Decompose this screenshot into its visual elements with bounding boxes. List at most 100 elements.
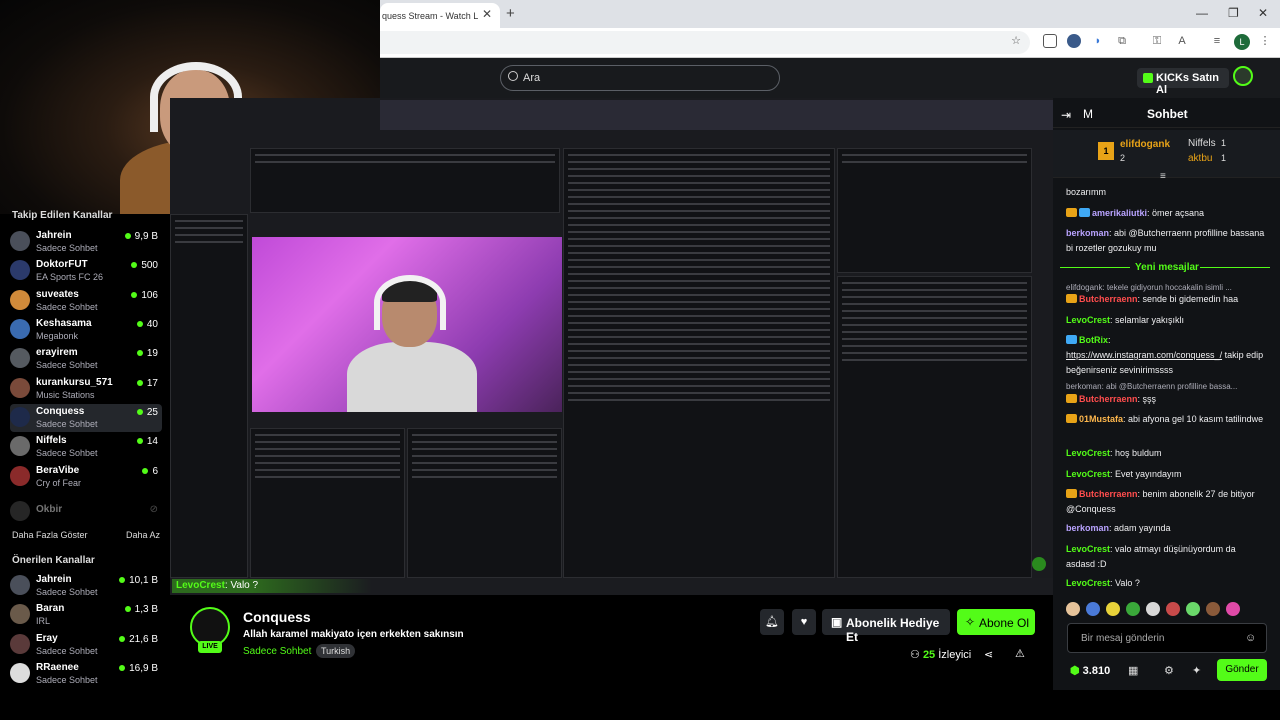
chat-mode-label[interactable]: M	[1083, 107, 1093, 121]
translate-icon[interactable]: A	[1175, 34, 1189, 48]
chat-username[interactable]: Butcherraenn	[1079, 489, 1138, 499]
report-icon[interactable]: ⚠	[1015, 647, 1025, 660]
window-close-button[interactable]: ✕	[1258, 6, 1268, 20]
chat-username[interactable]: LevoCrest	[1066, 448, 1110, 458]
media-control-icon[interactable]: ≡	[1210, 34, 1224, 48]
sidebar-channel-conquess[interactable]: Conquess Sadece Sohbet 25	[10, 404, 162, 432]
chat-input[interactable]: Bir mesaj gönderin	[1067, 623, 1267, 653]
channel-category: Sadece Sohbet	[36, 448, 98, 458]
show-less-link[interactable]: Daha Az	[126, 530, 160, 540]
emoji-icon[interactable]: ☺	[1245, 632, 1256, 644]
sidebar-rec-jahrein[interactable]: Jahrein Sadece Sohbet 10,1 B	[10, 572, 162, 600]
chat-settings-gear-icon[interactable]: ⚙	[1164, 664, 1174, 677]
stream-category-link[interactable]: Sadece Sohbet	[243, 646, 311, 657]
channel-name: Jahrein	[36, 574, 72, 585]
gift-subscription-button[interactable]: ▣ Abonelik Hediye Et	[822, 609, 950, 644]
viewer-count: 40	[136, 319, 158, 330]
chat-username[interactable]: berkoman	[1066, 228, 1109, 238]
points-icon: ⬢	[1070, 665, 1080, 677]
chat-username[interactable]: BotRix	[1079, 335, 1108, 345]
chat-message: bozarımm	[1066, 187, 1107, 197]
chat-link[interactable]: https://www.instagram.com/conquess_/	[1066, 350, 1222, 360]
viewer-count: 10,1 B	[119, 575, 158, 586]
language-tag[interactable]: Turkish	[316, 644, 356, 658]
viewer-count: 1,3 B	[124, 604, 158, 615]
channel-points[interactable]: ⬢ 3.810	[1070, 664, 1110, 677]
streamer-name[interactable]: Conquess	[243, 609, 311, 625]
sidebar-rec-baran[interactable]: Baran IRL 1,3 B	[10, 601, 162, 629]
extension-wave-icon[interactable]: ◗	[1091, 34, 1105, 48]
extension-vpn-icon[interactable]	[1067, 34, 1081, 48]
maximize-button[interactable]: ❐	[1228, 6, 1239, 20]
video-corner-icon[interactable]	[1032, 557, 1046, 571]
sidebar-channel-jahrein[interactable]: Jahrein Sadece Sohbet 9,9 B	[10, 228, 162, 256]
stream-screen-webcam	[252, 237, 562, 412]
emote-icon[interactable]	[1126, 602, 1140, 616]
emote-icon[interactable]	[1206, 602, 1220, 616]
chat-username[interactable]: LevoCrest	[1066, 544, 1110, 554]
user-avatar[interactable]	[1233, 66, 1253, 86]
collapse-chat-icon[interactable]: ⇥	[1061, 108, 1071, 122]
avatar	[10, 604, 30, 624]
leader-name[interactable]: Niffels	[1188, 138, 1216, 149]
browser-menu-icon[interactable]: ⋮	[1258, 34, 1272, 48]
followed-channels-header: Takip Edilen Kanallar	[12, 210, 113, 221]
channel-name: Eray	[36, 633, 58, 644]
emote-icon[interactable]	[1166, 602, 1180, 616]
chat-text: : Valo ?	[1110, 578, 1140, 588]
subscribe-button[interactable]: ✧ Abone Ol	[957, 609, 1035, 635]
chat-username[interactable]: Butcherraenn	[1079, 394, 1138, 404]
chat-extra-icon[interactable]: ✦	[1192, 664, 1201, 677]
sidebar-rec-rraenee[interactable]: RRaenee Sadece Sohbet 16,9 B	[10, 660, 162, 688]
send-button[interactable]: Gönder	[1217, 659, 1267, 681]
chat-username[interactable]: 01Mustafa	[1079, 414, 1123, 424]
sidebar-channel-doktorfut[interactable]: DoktorFUT EA Sports FC 26 500	[10, 257, 162, 285]
emote-icon[interactable]	[1066, 602, 1080, 616]
notification-bell-button[interactable]: 🔔︎	[760, 609, 784, 635]
stream-screen-stats-panel	[250, 148, 560, 213]
minimize-button[interactable]: —	[1196, 6, 1208, 20]
sub-badge-icon	[1066, 294, 1077, 303]
profile-avatar[interactable]: L	[1234, 34, 1250, 50]
chat-username[interactable]: amerikaliutki	[1092, 208, 1147, 218]
sidebar-channel-suveates[interactable]: suveates Sadece Sohbet 106	[10, 287, 162, 315]
emote-icon[interactable]	[1086, 602, 1100, 616]
viewer-count-value: 40	[146, 319, 158, 330]
emote-icon[interactable]	[1186, 602, 1200, 616]
leader-name[interactable]: aktbu	[1188, 153, 1212, 164]
share-icon[interactable]: ⋖	[984, 648, 993, 661]
bookmark-star-icon[interactable]: ☆	[1009, 34, 1023, 48]
chat-username[interactable]: berkoman	[1066, 523, 1109, 533]
extension-icon[interactable]	[1043, 34, 1057, 48]
expand-leaderboard-icon[interactable]: ≡	[1160, 171, 1166, 182]
emote-icon[interactable]	[1106, 602, 1120, 616]
chat-username[interactable]: LevoCrest	[1066, 578, 1110, 588]
search-input[interactable]: Ara	[500, 65, 780, 91]
password-key-icon[interactable]: ⚿	[1150, 34, 1164, 48]
tab-close-icon[interactable]: ✕	[482, 7, 492, 21]
sidebar-channel-niffels[interactable]: Niffels Sadece Sohbet 14	[10, 433, 162, 461]
follow-heart-button[interactable]: ♥	[792, 609, 816, 635]
overlay-message: : Valo ?	[224, 580, 259, 591]
channel-category: EA Sports FC 26	[36, 272, 104, 282]
sidebar-channel-keshasama[interactable]: Keshasama Megabonk 40	[10, 316, 162, 344]
sidebar-channel-erayirem[interactable]: erayirem Sadece Sohbet 19	[10, 345, 162, 373]
sidebar-channel-beravibe[interactable]: BeraVibe Cry of Fear 6	[10, 463, 162, 491]
new-tab-button[interactable]: +	[506, 5, 515, 22]
extensions-puzzle-icon[interactable]: ⧉	[1115, 34, 1129, 48]
sidebar-rec-eray[interactable]: Eray Sadece Sohbet 21,6 B	[10, 631, 162, 659]
show-more-link[interactable]: Daha Fazla Göster	[12, 530, 88, 540]
store-icon[interactable]: ▦	[1128, 664, 1138, 677]
emote-icon[interactable]	[1226, 602, 1240, 616]
emote-icon[interactable]	[1146, 602, 1160, 616]
chat-username[interactable]: LevoCrest	[1066, 315, 1110, 325]
chat-username[interactable]: LevoCrest	[1066, 469, 1110, 479]
sidebar-channel-kurankursu[interactable]: kurankursu_571 Music Stations 17	[10, 375, 162, 403]
address-bar[interactable]	[380, 31, 1030, 54]
leader-name[interactable]: elifdogank	[1120, 139, 1170, 150]
channel-name: RRaenee	[36, 662, 79, 673]
channel-category: Sadece Sohbet	[36, 302, 98, 312]
sidebar-channel-offline[interactable]: Okbir ⊘	[10, 498, 162, 526]
chat-text: : abi afyona gel 10 kasım tatilindwe	[1123, 414, 1264, 424]
chat-username[interactable]: Butcherraenn	[1079, 294, 1138, 304]
